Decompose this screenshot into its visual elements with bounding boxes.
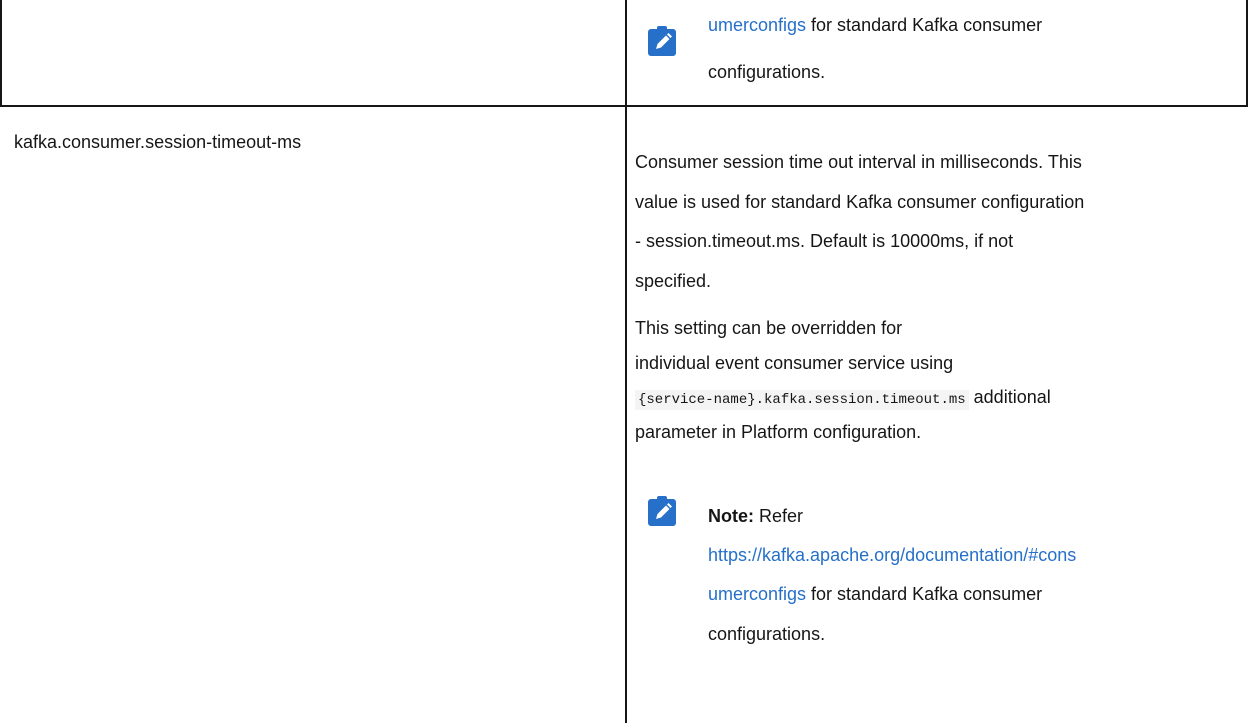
table-row-divider xyxy=(0,105,1248,107)
document-page: umerconfigs for standard Kafka consumer … xyxy=(0,0,1248,723)
description-line-3: - session.timeout.ms. Default is 10000ms… xyxy=(635,231,1014,251)
parameter-name: kafka.consumer.session-timeout-ms xyxy=(14,132,302,152)
description-line-1: Consumer session time out interval in mi… xyxy=(635,152,1082,172)
override-code: {service-name}.kafka.session.timeout.ms xyxy=(635,390,969,410)
pencil-note-icon xyxy=(648,26,676,56)
note-line-1: Note: Refer xyxy=(708,504,803,528)
override-line-3: {service-name}.kafka.session.timeout.ms … xyxy=(635,385,1051,412)
note-refer-text: Refer xyxy=(754,506,804,526)
override-code-suffix: additional xyxy=(968,387,1051,407)
note-line-3: umerconfigs for standard Kafka consumer xyxy=(708,582,1042,606)
description-line-2: value is used for standard Kafka consume… xyxy=(635,192,1085,212)
note-label: Note: xyxy=(708,506,754,526)
note-line-4: configurations. xyxy=(708,624,826,644)
override-line-2: individual event consumer service using xyxy=(635,353,954,373)
pencil-note-icon xyxy=(648,496,676,526)
note-link-line-2[interactable]: umerconfigs xyxy=(708,584,806,604)
table-left-border xyxy=(0,0,2,106)
top-note-line-1: umerconfigs for standard Kafka consumer xyxy=(708,13,1042,37)
top-note-link[interactable]: umerconfigs xyxy=(708,15,806,35)
table-column-divider xyxy=(625,0,627,723)
description-line-4: specified. xyxy=(635,271,712,291)
top-note-line-1-text: for standard Kafka consumer xyxy=(806,15,1043,35)
top-note-line-2: configurations. xyxy=(708,62,826,82)
override-line-1: This setting can be overridden for xyxy=(635,318,903,338)
override-line-4: parameter in Platform configuration. xyxy=(635,422,922,442)
note-link-line-1[interactable]: https://kafka.apache.org/documentation/#… xyxy=(708,543,1076,567)
note-line-3-text: for standard Kafka consumer xyxy=(806,584,1043,604)
